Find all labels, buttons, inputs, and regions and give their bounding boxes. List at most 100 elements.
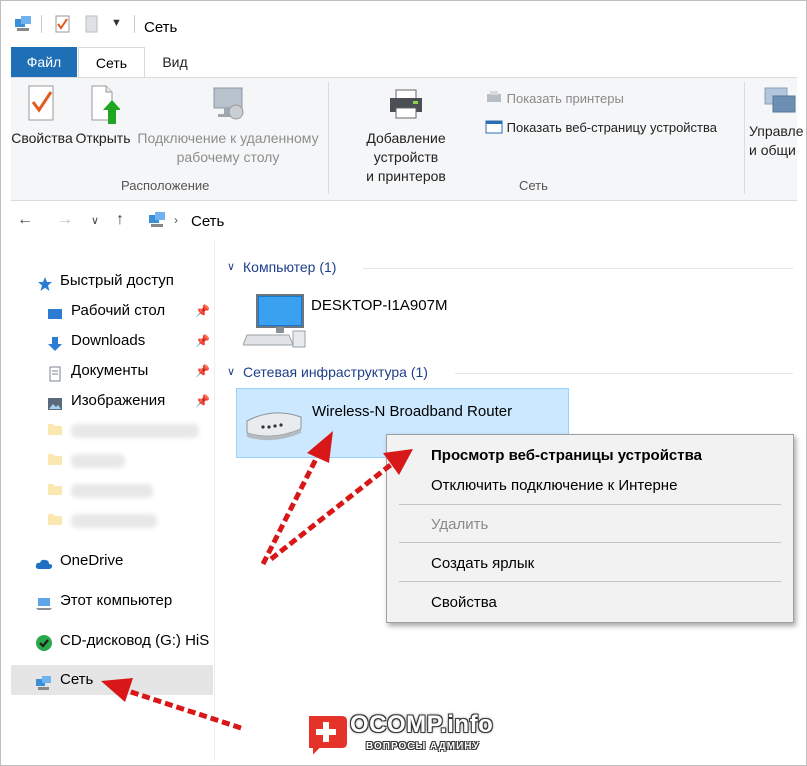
up-arrow-icon[interactable]: ↑ [116,211,124,229]
blurred-folder-icon [47,451,63,470]
add-devices-button[interactable]: Добавление устройств и принтеров [333,84,479,186]
nav-cd-drive-label: CD-дисковод (G:) HiS [60,632,210,649]
nav-downloads[interactable]: Downloads 📌 [11,326,213,356]
device-name-computer: DESKTOP-I1A907M [311,297,448,314]
group-divider [455,373,793,374]
desktop-computer-icon [242,291,307,352]
explorer-window: ▼ Сеть Файл Сеть Вид Свойства Открыть По… [0,0,807,766]
forward-arrow-icon[interactable]: → [57,211,73,229]
navigation-pane: Быстрый доступ Рабочий стол 📌 Downloads … [11,253,213,753]
nav-onedrive[interactable]: OneDrive [11,546,213,576]
add-devices-label-line1: Добавление устройств [366,130,446,165]
nav-this-pc[interactable]: Этот компьютер [11,586,213,616]
show-printers-button[interactable]: Показать принтеры [485,90,624,109]
properties-label: Свойства [11,130,73,146]
breadcrumb-network[interactable]: Сеть [191,213,224,230]
nav-pictures[interactable]: Изображения 📌 [11,386,213,416]
remote-desktop-icon [213,87,244,120]
ribbon-group-divider [744,82,745,194]
tab-network[interactable]: Сеть [78,47,145,78]
toolbar-divider [134,15,135,33]
menu-item-create-shortcut[interactable]: Создать ярлык [431,555,534,572]
ribbon: Свойства Открыть Подключение к удаленном… [11,77,804,201]
menu-separator [399,581,781,582]
webpage-icon [485,119,503,138]
show-device-webpage-label: Показать веб-страницу устройства [506,119,718,135]
menu-item-disconnect-internet[interactable]: Отключить подключение к Интерне [431,477,677,494]
breadcrumb-chevron-icon[interactable]: › [174,213,178,227]
nav-network[interactable]: Сеть [11,665,213,695]
open-button[interactable]: Открыть [73,84,133,148]
computer-icon [35,593,52,610]
group-header-network-infrastructure[interactable]: Сетевая инфраструктура (1) [243,364,428,380]
document-icon [47,363,63,382]
medical-cross-logo-icon [307,714,349,759]
nav-onedrive-label: OneDrive [60,552,124,569]
blurred-folder-icon [47,511,63,530]
nav-desktop[interactable]: Рабочий стол 📌 [11,296,213,326]
watermark-title: OCOMP.info [350,711,494,738]
network-sharing-label-line2: и общи [749,142,796,158]
collapse-chevron-icon[interactable]: ∨ [227,365,235,378]
download-arrow-icon [47,333,63,351]
properties-check-icon[interactable] [55,15,71,36]
group-header-computer[interactable]: Компьютер (1) [243,259,336,275]
address-bar: ← → ∨ ↑ › Сеть [1,201,806,241]
remote-desktop-button[interactable]: Подключение к удаленному рабочему столу [135,84,321,167]
menu-item-view-device-webpage[interactable]: Просмотр веб-страницы устройства [431,447,702,464]
printers-icon [485,90,503,109]
add-devices-label-line2: и принтеров [366,168,446,184]
pin-icon: 📌 [195,394,210,408]
nav-desktop-label: Рабочий стол [71,302,166,319]
cloud-icon [35,553,53,569]
pin-icon: 📌 [195,304,210,318]
group-label-network: Сеть [519,178,548,193]
menu-item-properties[interactable]: Свойства [431,594,497,611]
watermark-subtitle: ВОПРОСЫ АДМИНУ [366,741,480,752]
network-icon [35,672,51,690]
toolbar-divider [41,15,42,33]
nav-pictures-label: Изображения [71,392,166,409]
nav-this-pc-label: Этот компьютер [60,592,173,609]
blurred-folder-name [71,424,199,438]
network-sharing-center-button[interactable]: Управле и общи [749,122,806,160]
nav-quick-access[interactable]: Быстрый доступ [11,266,213,296]
tab-view[interactable]: Вид [147,47,203,77]
window-title: Сеть [144,19,178,36]
show-printers-label: Показать принтеры [506,90,624,106]
open-label: Открыть [75,130,131,146]
device-name-router: Wireless-N Broadband Router [312,403,513,420]
blurred-folder-name [71,454,125,468]
network-location-icon [147,211,167,232]
collapse-chevron-icon[interactable]: ∨ [227,260,235,273]
network-icon [13,15,33,36]
properties-button[interactable]: Свойства [11,84,73,148]
network-sharing-label-line1: Управле [749,123,804,139]
network-sharing-icon [759,84,799,123]
group-divider [363,268,793,269]
back-arrow-icon[interactable]: ← [17,211,33,229]
star-icon [37,273,53,291]
device-tile-computer[interactable]: DESKTOP-I1A907M [242,289,503,352]
blurred-folder-name [71,514,157,528]
context-menu: Просмотр веб-страницы устройства Отключи… [386,434,794,623]
cd-drive-icon [35,633,52,651]
properties-icon [28,85,54,121]
show-device-webpage-button[interactable]: Показать веб-страницу устройства [485,119,717,138]
nav-quick-access-label: Быстрый доступ [60,272,174,289]
group-label-location: Расположение [121,178,210,193]
nav-cd-drive[interactable]: CD-дисковод (G:) HiS [11,626,213,656]
router-icon [243,407,305,444]
nav-network-label: Сеть [60,671,94,688]
menu-separator [399,542,781,543]
ribbon-tabs: Файл Сеть Вид [1,45,806,78]
tab-file[interactable]: Файл [11,47,77,77]
recent-locations-chevron-icon[interactable]: ∨ [91,214,99,227]
remote-desktop-label-line1: Подключение к удаленному [137,130,319,146]
customize-toolbar-icon[interactable]: ▼ [111,17,122,29]
remote-desktop-label-line2: рабочему столу [176,149,280,165]
blurred-folder-icon [47,421,63,440]
menu-item-delete[interactable]: Удалить [431,516,488,533]
nav-documents[interactable]: Документы 📌 [11,356,213,386]
new-folder-icon[interactable] [85,15,99,36]
